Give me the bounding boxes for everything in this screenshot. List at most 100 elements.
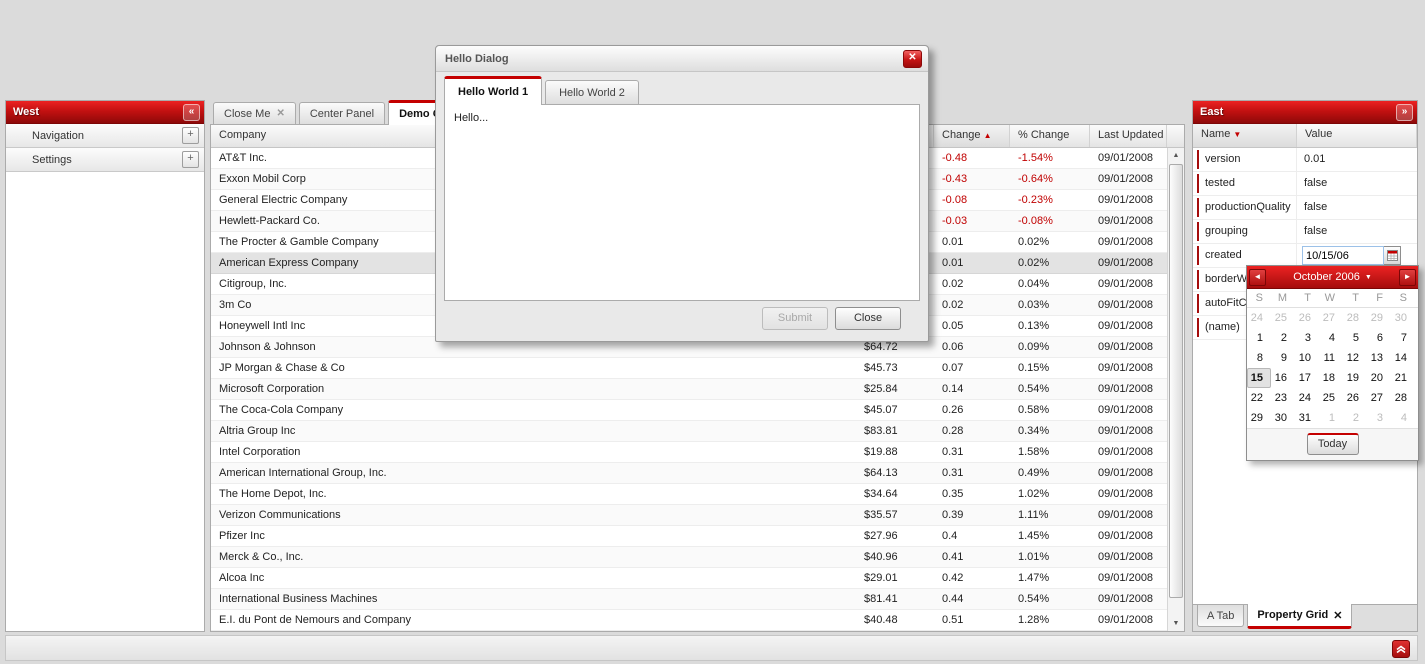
dialog-close-icon[interactable]: ✕	[903, 50, 922, 68]
table-row[interactable]: American International Group, Inc.$64.13…	[211, 463, 1167, 484]
column-header-change[interactable]: Change ▲	[934, 125, 1010, 147]
calendar-day[interactable]: 16	[1271, 368, 1295, 388]
calendar-day[interactable]: 25	[1271, 308, 1295, 328]
calendar-day[interactable]: 2	[1343, 408, 1367, 428]
calendar-day[interactable]: 30	[1271, 408, 1295, 428]
calendar-day[interactable]: 25	[1319, 388, 1343, 408]
calendar-day[interactable]: 28	[1343, 308, 1367, 328]
column-header-pct-change[interactable]: % Change	[1010, 125, 1090, 147]
scroll-down-icon[interactable]: ▼	[1168, 616, 1184, 631]
east-bottom-tabstrip: A Tab Property Grid ✕	[1193, 604, 1417, 631]
calendar-day[interactable]: 30	[1391, 308, 1415, 328]
tab-hello-world-2[interactable]: Hello World 2	[545, 80, 639, 104]
calendar-day[interactable]: 21	[1391, 368, 1415, 388]
property-row[interactable]: testedfalse	[1193, 172, 1417, 196]
calendar-day[interactable]: 29	[1247, 408, 1271, 428]
table-row[interactable]: Pfizer Inc$27.960.41.45%09/01/2008	[211, 526, 1167, 547]
calendar-day-selected[interactable]: 15	[1247, 368, 1271, 388]
chevrons-right-icon[interactable]: »	[1396, 104, 1413, 121]
cell-pct: 0.54%	[1010, 589, 1090, 609]
tab-center-panel[interactable]: Center Panel	[299, 102, 385, 124]
table-row[interactable]: The Home Depot, Inc.$34.640.351.02%09/01…	[211, 484, 1167, 505]
calendar-day[interactable]: 7	[1391, 328, 1415, 348]
calendar-day[interactable]: 3	[1367, 408, 1391, 428]
prev-month-icon[interactable]: ◄	[1249, 269, 1266, 286]
calendar-day[interactable]: 11	[1319, 348, 1343, 368]
close-tab-icon[interactable]: ✕	[1333, 609, 1342, 622]
date-trigger-button[interactable]	[1384, 246, 1401, 265]
plus-icon[interactable]: +	[182, 151, 199, 168]
calendar-day[interactable]: 29	[1367, 308, 1391, 328]
scrollbar-thumb[interactable]	[1169, 164, 1183, 598]
property-row[interactable]: version0.01	[1193, 148, 1417, 172]
chevrons-up-icon[interactable]	[1392, 640, 1410, 658]
calendar-day[interactable]: 28	[1391, 388, 1415, 408]
tab-close-me[interactable]: Close Me ✕	[213, 102, 296, 124]
accordion-item-settings[interactable]: Settings +	[6, 148, 204, 172]
submit-button[interactable]: Submit	[762, 307, 828, 330]
cell-pct: 0.03%	[1010, 295, 1090, 315]
column-header-name[interactable]: Name ▼	[1193, 124, 1297, 147]
calendar-day[interactable]: 17	[1295, 368, 1319, 388]
calendar-day[interactable]: 4	[1319, 328, 1343, 348]
calendar-day[interactable]: 4	[1391, 408, 1415, 428]
calendar-day[interactable]: 12	[1343, 348, 1367, 368]
calendar-day[interactable]: 14	[1391, 348, 1415, 368]
accordion-item-navigation[interactable]: Navigation +	[6, 124, 204, 148]
chevrons-left-icon[interactable]: «	[183, 104, 200, 121]
table-row[interactable]: E.I. du Pont de Nemours and Company$40.4…	[211, 610, 1167, 631]
column-header-last-updated[interactable]: Last Updated	[1090, 125, 1167, 147]
table-row[interactable]: International Business Machines$81.410.4…	[211, 589, 1167, 610]
calendar-day[interactable]: 18	[1319, 368, 1343, 388]
grid-vertical-scrollbar[interactable]: ▲ ▼	[1167, 148, 1184, 631]
calendar-day[interactable]: 5	[1343, 328, 1367, 348]
calendar-day[interactable]: 26	[1343, 388, 1367, 408]
calendar-day[interactable]: 26	[1295, 308, 1319, 328]
dialog-body-text: Hello...	[454, 112, 488, 124]
calendar-day[interactable]: 27	[1319, 308, 1343, 328]
table-row[interactable]: JP Morgan & Chase & Co$45.730.070.15%09/…	[211, 358, 1167, 379]
table-row[interactable]: Intel Corporation$19.880.311.58%09/01/20…	[211, 442, 1167, 463]
calendar-day[interactable]: 2	[1271, 328, 1295, 348]
calendar-day[interactable]: 3	[1295, 328, 1319, 348]
cell-price: $35.57	[856, 505, 934, 525]
tab-hello-world-1[interactable]: Hello World 1	[444, 76, 542, 105]
table-row[interactable]: The Coca-Cola Company$45.070.260.58%09/0…	[211, 400, 1167, 421]
calendar-day[interactable]: 1	[1247, 328, 1271, 348]
calendar-day[interactable]: 20	[1367, 368, 1391, 388]
cell-updated: 09/01/2008	[1090, 295, 1167, 315]
created-date-input[interactable]	[1302, 246, 1384, 265]
east-panel-title: East	[1200, 106, 1223, 118]
today-button[interactable]: Today	[1307, 433, 1359, 455]
close-button[interactable]: Close	[835, 307, 901, 330]
calendar-day[interactable]: 9	[1271, 348, 1295, 368]
next-month-icon[interactable]: ►	[1399, 269, 1416, 286]
calendar-day[interactable]: 6	[1367, 328, 1391, 348]
scroll-up-icon[interactable]: ▲	[1168, 148, 1184, 163]
calendar-day[interactable]: 24	[1295, 388, 1319, 408]
table-row[interactable]: Merck & Co., Inc.$40.960.411.01%09/01/20…	[211, 547, 1167, 568]
plus-icon[interactable]: +	[182, 127, 199, 144]
property-row[interactable]: productionQualityfalse	[1193, 196, 1417, 220]
calendar-day[interactable]: 8	[1247, 348, 1271, 368]
column-header-value[interactable]: Value	[1297, 124, 1417, 147]
close-tab-icon[interactable]: ✕	[276, 108, 284, 119]
calendar-day[interactable]: 22	[1247, 388, 1271, 408]
table-row[interactable]: Verizon Communications$35.570.391.11%09/…	[211, 505, 1167, 526]
calendar-day[interactable]: 24	[1247, 308, 1271, 328]
calendar-day[interactable]: 19	[1343, 368, 1367, 388]
calendar-day[interactable]: 10	[1295, 348, 1319, 368]
month-year-button[interactable]: October 2006 ▼	[1293, 271, 1372, 283]
property-row[interactable]: groupingfalse	[1193, 220, 1417, 244]
calendar-day[interactable]: 13	[1367, 348, 1391, 368]
dialog-titlebar[interactable]: Hello Dialog ✕	[436, 46, 928, 72]
table-row[interactable]: Altria Group Inc$83.810.280.34%09/01/200…	[211, 421, 1167, 442]
calendar-day[interactable]: 27	[1367, 388, 1391, 408]
tab-property-grid[interactable]: Property Grid ✕	[1247, 604, 1352, 629]
calendar-day[interactable]: 1	[1319, 408, 1343, 428]
calendar-day[interactable]: 23	[1271, 388, 1295, 408]
calendar-day[interactable]: 31	[1295, 408, 1319, 428]
tab-a-tab[interactable]: A Tab	[1197, 605, 1244, 627]
table-row[interactable]: Alcoa Inc$29.010.421.47%09/01/2008	[211, 568, 1167, 589]
table-row[interactable]: Microsoft Corporation$25.840.140.54%09/0…	[211, 379, 1167, 400]
